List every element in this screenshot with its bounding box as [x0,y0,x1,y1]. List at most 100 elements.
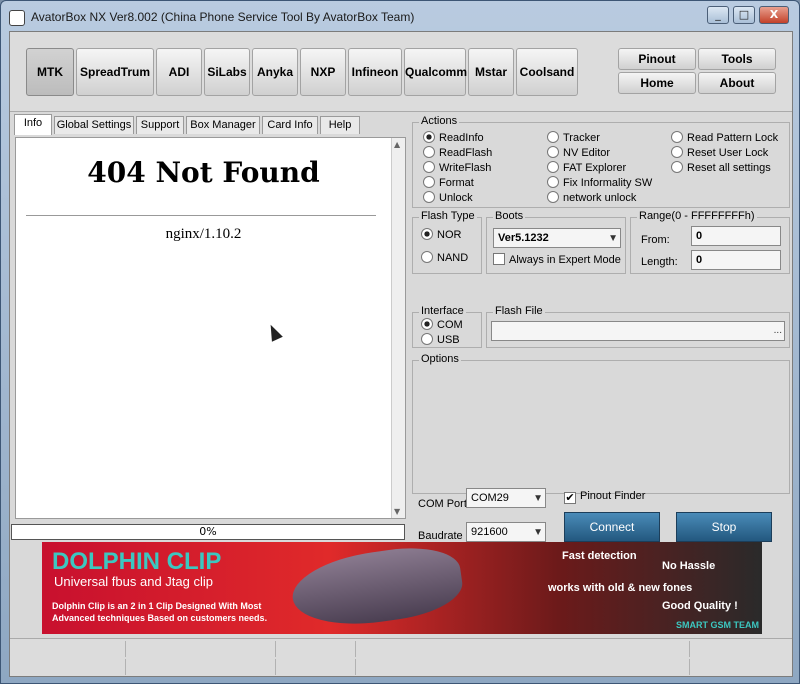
boots-group: Boots Ver5.1232 ▼ Always in Expert Mode [486,210,626,274]
radio-tracker[interactable]: Tracker [547,131,600,144]
tab-support[interactable]: Support [136,116,184,134]
mouse-cursor-icon [265,322,283,342]
radio-selected-icon [421,318,433,330]
banner-feature-3: works with old & new fones [548,582,693,594]
dropdown-icon: ▼ [533,493,543,504]
radio-icon [423,146,435,158]
options-title: Options [419,353,461,365]
radio-network-unlock[interactable]: network unlock [547,191,636,204]
vendor-button-adi[interactable]: ADI [156,48,202,96]
vendor-button-spreadtrum[interactable]: SpreadTrum [76,48,154,96]
vertical-scrollbar[interactable]: ▲ ▼ [391,138,405,518]
radio-icon [547,176,559,188]
app-icon [9,10,25,26]
boots-select[interactable]: Ver5.1232 ▼ [493,228,621,248]
radio-fat-explorer[interactable]: FAT Explorer [547,161,626,174]
title-bar: AvatorBox NX Ver8.002 (China Phone Servi… [1,1,799,33]
vendor-button-qualcomm[interactable]: Qualcomm [404,48,467,96]
connect-button[interactable]: Connect [564,512,660,542]
divider [26,215,376,216]
radio-read-pattern-lock[interactable]: Read Pattern Lock [671,131,778,144]
interface-title: Interface [419,305,466,317]
boots-title: Boots [493,210,526,222]
pinout-button[interactable]: Pinout [618,48,696,70]
about-button[interactable]: About [698,72,776,94]
banner-title: DOLPHIN CLIP [52,548,222,575]
radio-writeflash[interactable]: WriteFlash [423,161,491,174]
radio-selected-icon [423,131,435,143]
baudrate-select[interactable]: 921600 ▼ [466,522,546,542]
radio-usb[interactable]: USB [421,333,460,346]
radio-icon [423,191,435,203]
error-heading: 404 Not Found [87,156,320,189]
maximize-button[interactable]: □ [733,6,755,24]
scroll-up-icon[interactable]: ▲ [394,140,400,149]
vendor-button-mtk[interactable]: MTK [26,48,74,96]
close-button[interactable]: X [759,6,789,24]
radio-unlock[interactable]: Unlock [423,191,473,204]
window-title: AvatorBox NX Ver8.002 (China Phone Servi… [31,10,415,24]
scroll-down-icon[interactable]: ▼ [394,507,400,516]
flash-type-group: Flash Type NOR NAND [412,210,482,274]
dropdown-icon: ▼ [608,233,618,244]
info-browser[interactable]: 404 Not Found nginx/1.10.2 ▲ ▼ [15,137,406,519]
radio-com[interactable]: COM [421,318,463,331]
radio-fix-informality[interactable]: Fix Informality SW [547,176,652,189]
tab-global-settings[interactable]: Global Settings [54,116,134,134]
banner-subtitle: Universal fbus and Jtag clip [54,574,213,589]
radio-nor[interactable]: NOR [421,228,461,241]
status-cell [126,659,276,675]
boots-value: Ver5.1232 [498,232,549,244]
flash-type-title: Flash Type [419,210,477,222]
radio-reset-all-settings[interactable]: Reset all settings [671,161,771,174]
browse-button[interactable]: ... [774,322,782,340]
dropdown-icon: ▼ [533,527,543,538]
from-input[interactable]: 0 [691,226,781,246]
length-input[interactable]: 0 [691,250,781,270]
minimize-button[interactable]: _ [707,6,729,24]
radio-icon [547,161,559,173]
vendor-button-mstar[interactable]: Mstar [468,48,514,96]
radio-reset-user-lock[interactable]: Reset User Lock [671,146,768,159]
radio-icon [421,251,433,263]
vendor-button-infineon[interactable]: Infineon [348,48,402,96]
control-pane: Actions ReadInfo ReadFlash WriteFlash Fo… [412,114,790,542]
connection-panel: COM Port COM29 ▼ Baudrate 921600 ▼ ✔ Pinout… [412,488,790,542]
radio-label: NAND [437,252,469,264]
tab-card-info[interactable]: Card Info [262,116,318,134]
stop-button[interactable]: Stop [676,512,772,542]
tab-box-manager[interactable]: Box Manager [186,116,260,134]
pinout-finder-checkbox[interactable]: ✔ Pinout Finder [564,490,645,504]
tools-button[interactable]: Tools [698,48,776,70]
vendor-button-coolsand[interactable]: Coolsand [516,48,578,96]
radio-label: WriteFlash [439,162,492,174]
home-button[interactable]: Home [618,72,696,94]
radio-icon [421,333,433,345]
banner-team: SMART GSM TEAM [676,620,759,630]
radio-nand[interactable]: NAND [421,251,468,264]
expert-mode-checkbox[interactable]: Always in Expert Mode [493,253,621,266]
com-port-value: COM29 [471,492,509,504]
radio-label: Fix Informality SW [563,177,653,189]
radio-icon [423,161,435,173]
dolphin-clip-banner[interactable]: DOLPHIN CLIP Universal fbus and Jtag cli… [42,542,762,634]
vendor-button-anyka[interactable]: Anyka [252,48,298,96]
radio-nv-editor[interactable]: NV Editor [547,146,610,159]
radio-label: Unlock [439,192,473,204]
from-label: From: [641,234,670,246]
radio-format[interactable]: Format [423,176,474,189]
radio-readflash[interactable]: ReadFlash [423,146,492,159]
vendor-button-nxp[interactable]: NXP [300,48,346,96]
tab-info[interactable]: Info [14,114,52,135]
range-title: Range(0 - FFFFFFFFh) [637,210,757,222]
tab-help[interactable]: Help [320,116,360,134]
radio-icon [547,191,559,203]
flash-file-input[interactable]: ... [491,321,785,341]
banner-description: Dolphin Clip is an 2 in 1 Clip Designed … [52,601,268,623]
com-port-select[interactable]: COM29 ▼ [466,488,546,508]
status-cell [276,659,356,675]
radio-label: NV Editor [563,147,611,159]
radio-readinfo[interactable]: ReadInfo [423,131,484,144]
range-group: Range(0 - FFFFFFFFh) From: 0 Length: 0 [630,210,790,274]
vendor-button-silabs[interactable]: SiLabs [204,48,250,96]
